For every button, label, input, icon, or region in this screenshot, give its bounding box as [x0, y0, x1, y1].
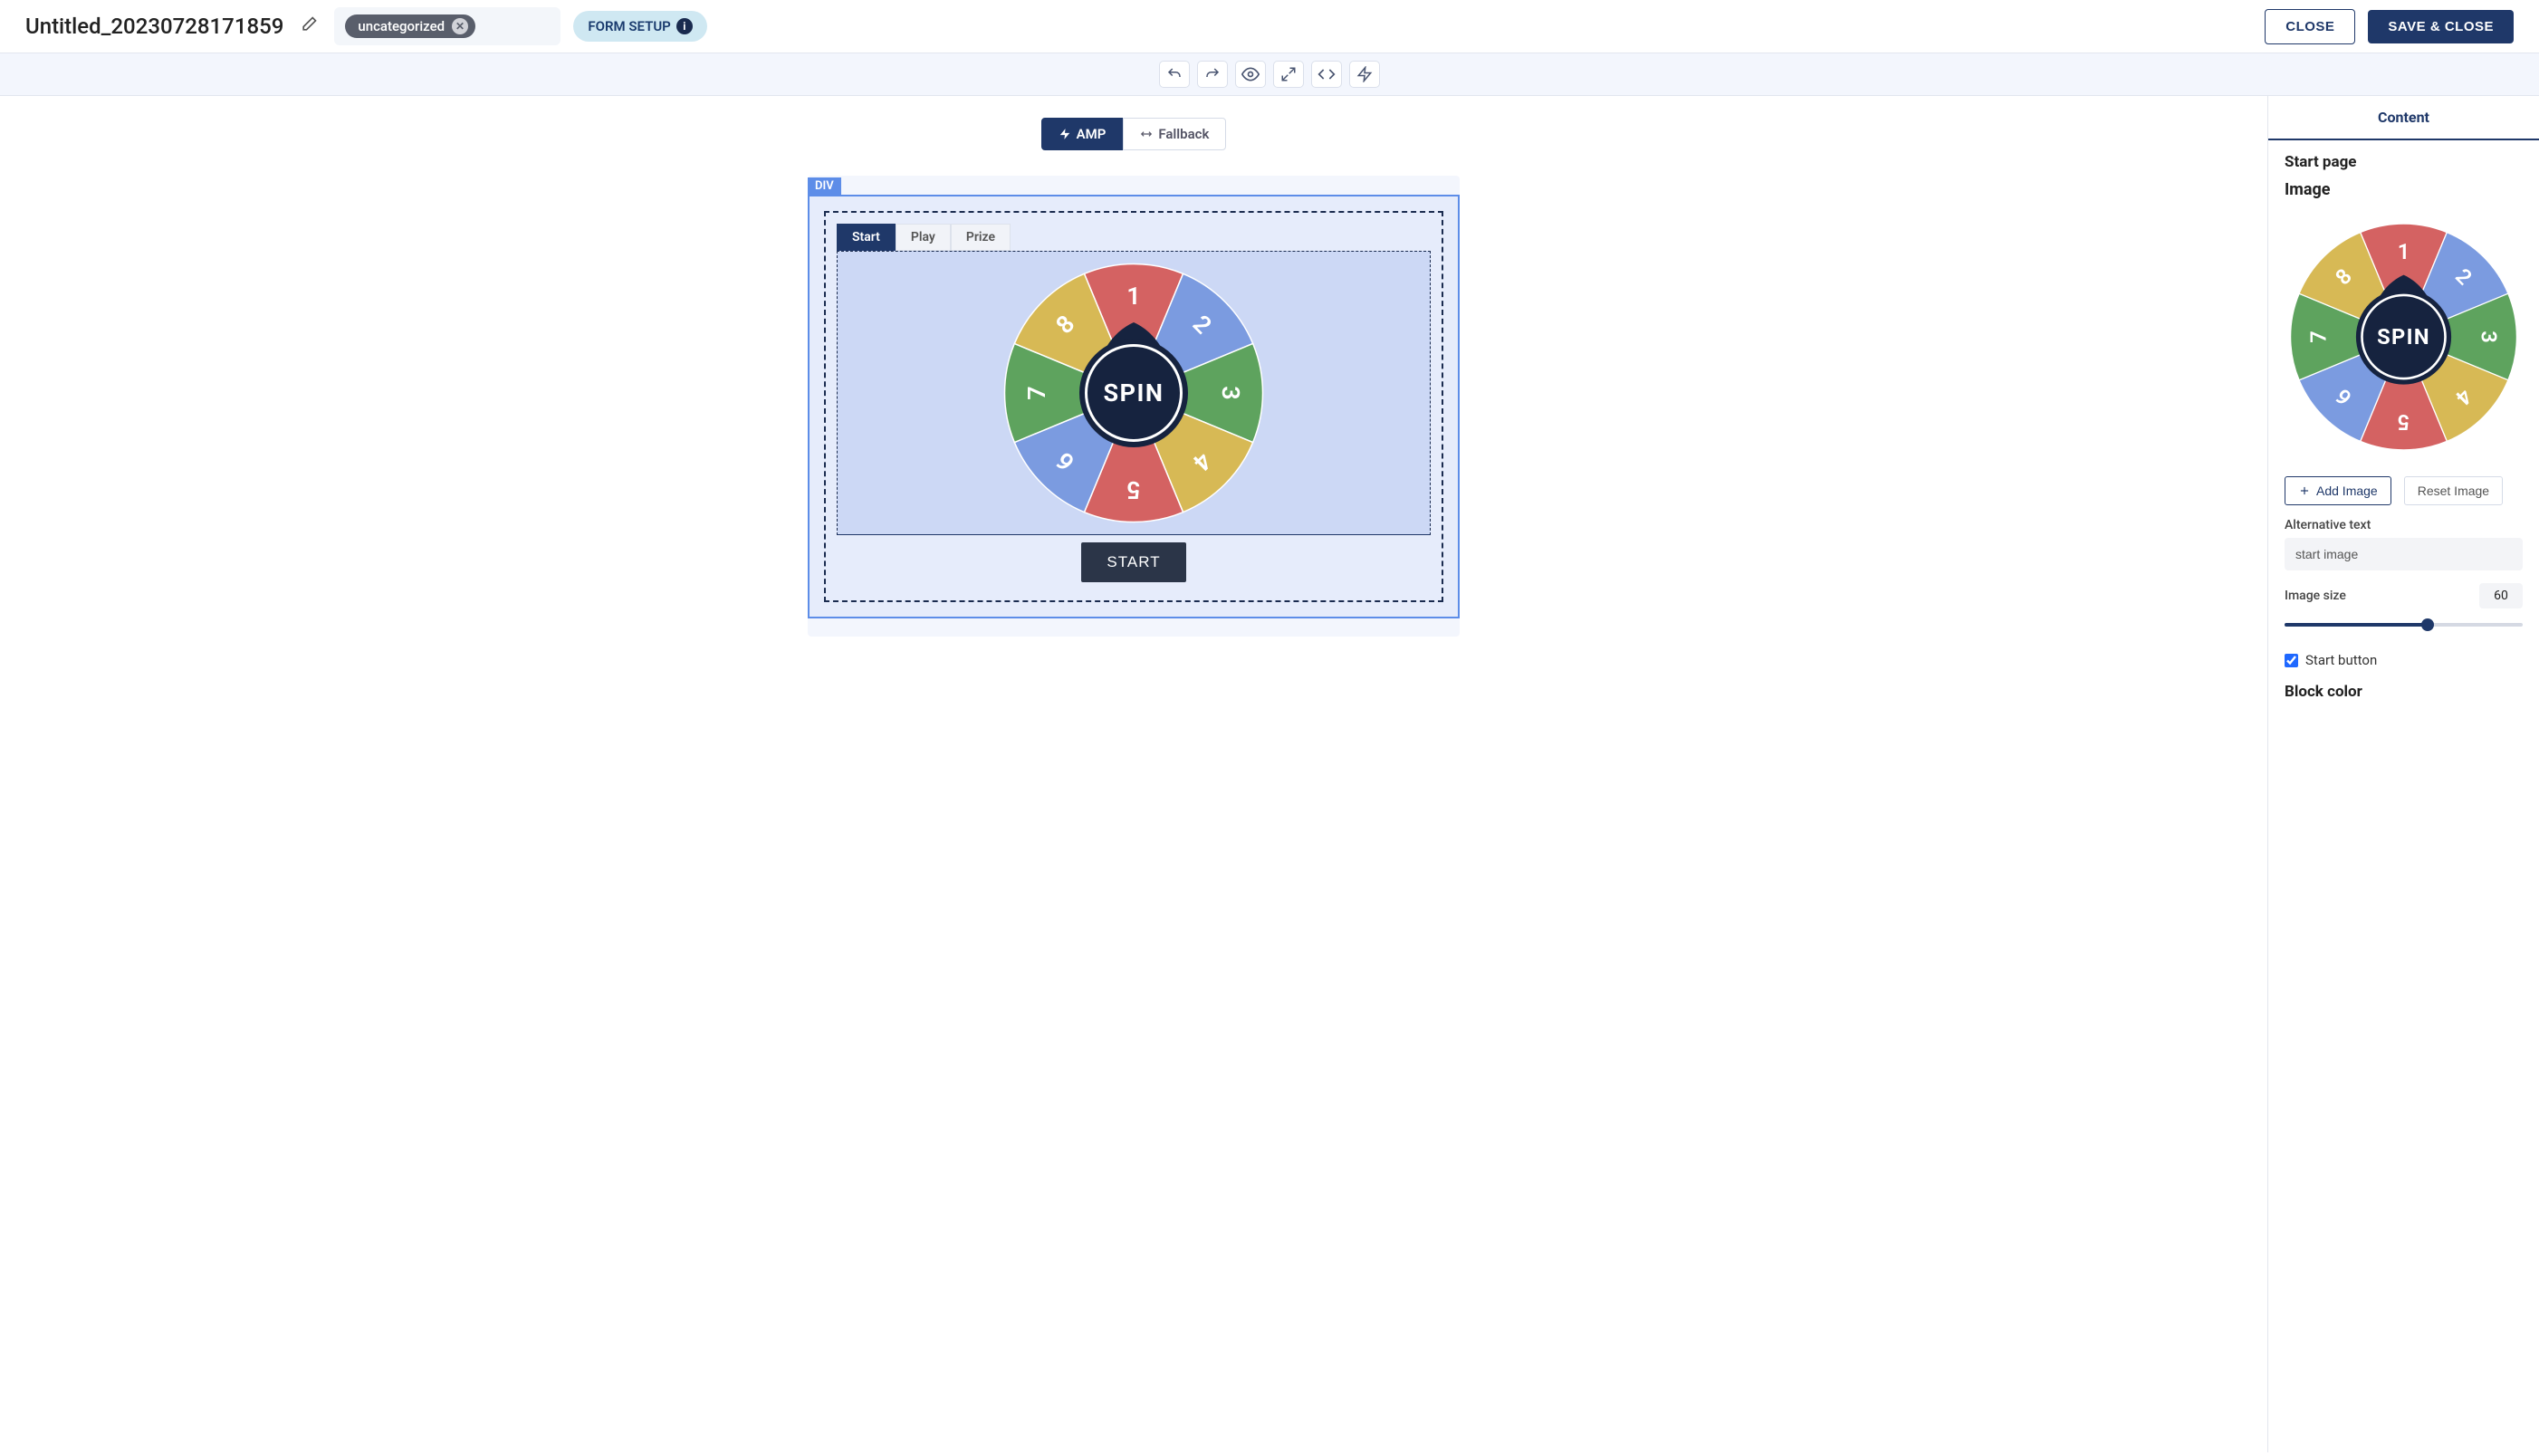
svg-text:7: 7 [1022, 386, 1051, 399]
alt-text-input[interactable] [2285, 538, 2523, 570]
alt-text-label: Alternative text [2285, 518, 2523, 532]
start-button-checkbox[interactable] [2285, 654, 2298, 667]
mini-tab-start[interactable]: Start [837, 224, 896, 251]
svg-text:1: 1 [2398, 239, 2410, 264]
reset-image-button[interactable]: Reset Image [2404, 476, 2503, 505]
image-size-label: Image size [2285, 589, 2470, 603]
add-image-label: Add Image [2316, 484, 2378, 498]
svg-text:SPIN: SPIN [1104, 378, 1164, 407]
svg-text:3: 3 [2476, 330, 2501, 343]
info-icon: i [676, 18, 693, 34]
tab-fallback-label: Fallback [1158, 126, 1209, 142]
section-block-color: Block color [2285, 683, 2523, 701]
svg-text:5: 5 [2398, 409, 2410, 435]
image-size-slider[interactable] [2285, 616, 2523, 634]
document-title: Untitled_20230728171859 [25, 14, 283, 39]
start-button[interactable]: START [1081, 542, 1185, 582]
edit-title-icon[interactable] [296, 12, 321, 41]
element-type-badge: DIV [808, 177, 841, 195]
tag-chip: uncategorized ✕ [345, 14, 475, 38]
mini-tab-prize[interactable]: Prize [951, 224, 1011, 251]
section-start-page: Start page [2285, 153, 2523, 171]
wheel-image-block[interactable]: 12345678SPIN [837, 251, 1431, 535]
sidebar-tab-content[interactable]: Content [2268, 96, 2539, 140]
tab-amp[interactable]: AMP [1041, 118, 1124, 150]
tab-fallback[interactable]: Fallback [1123, 118, 1226, 150]
code-button[interactable] [1311, 61, 1342, 88]
form-setup-label: FORM SETUP [588, 18, 670, 34]
add-image-button[interactable]: Add Image [2285, 476, 2391, 505]
svg-text:SPIN: SPIN [2377, 324, 2430, 350]
form-setup-badge[interactable]: FORM SETUP i [573, 11, 706, 42]
section-image: Image [2285, 180, 2523, 199]
mini-tab-play[interactable]: Play [896, 224, 951, 251]
preview-button[interactable] [1235, 61, 1266, 88]
svg-text:7: 7 [2306, 330, 2332, 343]
image-preview: 12345678SPIN [2285, 210, 2523, 464]
slider-thumb[interactable] [2421, 618, 2434, 631]
tag-label: uncategorized [358, 18, 445, 34]
svg-text:1: 1 [1126, 282, 1140, 311]
image-size-value[interactable]: 60 [2479, 583, 2523, 608]
save-close-button[interactable]: SAVE & CLOSE [2368, 10, 2514, 43]
close-button[interactable]: CLOSE [2265, 9, 2355, 44]
spin-wheel-image: 12345678SPIN [998, 257, 1270, 529]
fullscreen-button[interactable] [1273, 61, 1304, 88]
start-button-checkbox-label[interactable]: Start button [2305, 652, 2377, 668]
svg-text:3: 3 [1216, 386, 1245, 399]
svg-text:5: 5 [1126, 475, 1140, 504]
undo-button[interactable] [1159, 61, 1190, 88]
tag-remove-icon[interactable]: ✕ [452, 18, 468, 34]
redo-button[interactable] [1197, 61, 1228, 88]
canvas-selected-div[interactable]: Start Play Prize 12345678SPIN START [808, 195, 1460, 618]
amp-button[interactable] [1349, 61, 1380, 88]
tab-amp-label: AMP [1077, 126, 1107, 142]
tag-input-area[interactable]: uncategorized ✕ [334, 7, 560, 45]
